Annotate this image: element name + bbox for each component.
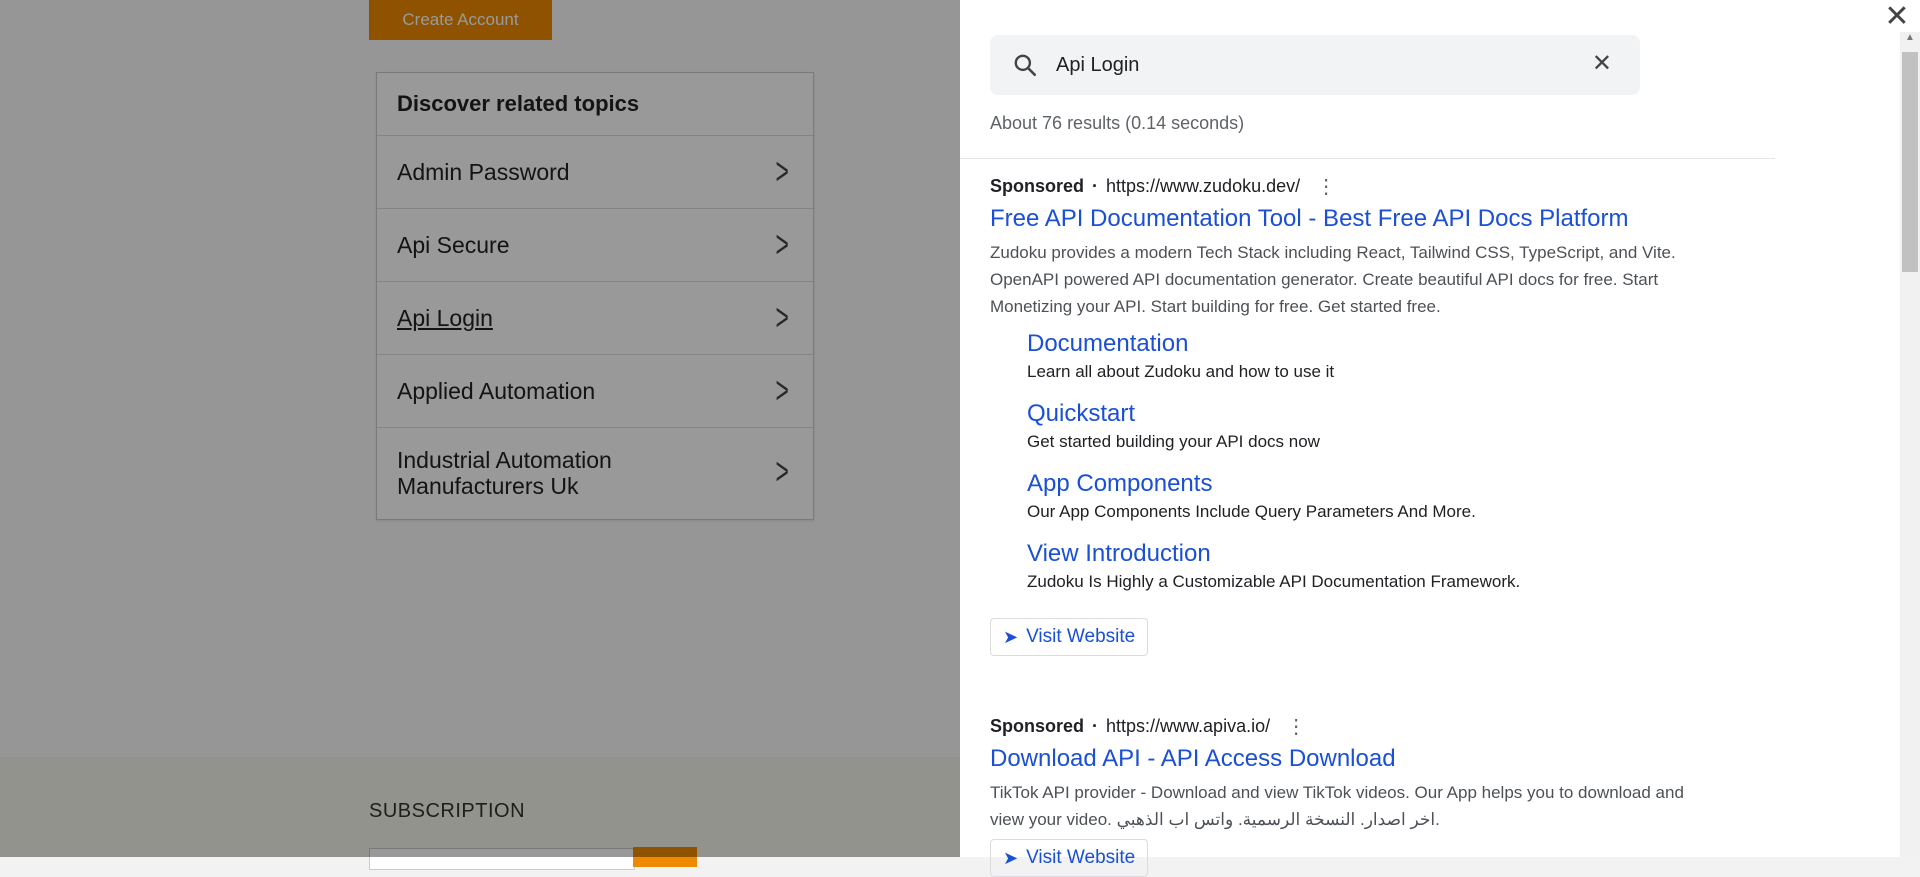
sitelink-description: Our App Components Include Query Paramet… [1027, 502, 1476, 521]
ad-title-link[interactable]: Download API - API Access Download [990, 745, 1710, 773]
sponsored-label: Sponsored [990, 716, 1085, 736]
sitelink-description: Get started building your API docs now [1027, 432, 1320, 451]
sponsored-label: Sponsored [990, 176, 1085, 196]
sitelink: Documentation Learn all about Zudoku and… [1027, 330, 1710, 382]
clear-search-icon[interactable]: ✕ [1592, 49, 1612, 78]
search-bar[interactable]: Api Login ✕ [990, 35, 1640, 95]
sitelink: View Introduction Zudoku Is Highly a Cus… [1027, 540, 1710, 592]
scrollbar-thumb[interactable] [1902, 52, 1918, 272]
sitelink-description: Zudoku Is Highly a Customizable API Docu… [1027, 572, 1521, 591]
sitelink-view-introduction[interactable]: View Introduction [1027, 540, 1710, 568]
dim-overlay[interactable] [0, 0, 960, 857]
visit-website-button[interactable]: ➤ Visit Website [990, 839, 1149, 877]
close-icon[interactable]: ✕ [1882, 2, 1912, 32]
ad-description: TikTok API provider - Download and view … [990, 783, 1684, 829]
more-options-icon[interactable]: ⋮ [1316, 177, 1336, 197]
sitelink: Quickstart Get started building your API… [1027, 400, 1710, 452]
more-options-icon[interactable]: ⋮ [1286, 717, 1306, 737]
visit-website-label: Visit Website [1026, 626, 1136, 647]
sponsored-result: Sponsored · https://www.apiva.io/ ⋮ Down… [990, 716, 1710, 877]
scroll-up-arrow-icon[interactable]: ▲ [1900, 32, 1920, 46]
search-icon [1012, 52, 1038, 83]
ad-title-link[interactable]: Free API Documentation Tool - Best Free … [990, 205, 1710, 233]
sitelink-description: Learn all about Zudoku and how to use it [1027, 362, 1335, 381]
send-arrow-icon: ➤ [1003, 626, 1019, 647]
visit-website-label: Visit Website [1026, 847, 1136, 868]
search-input[interactable]: Api Login [1056, 54, 1139, 77]
visit-website-button[interactable]: ➤ Visit Website [990, 618, 1149, 656]
sitelink-app-components[interactable]: App Components [1027, 470, 1710, 498]
results-stats: About 76 results (0.14 seconds) [990, 113, 1245, 133]
sponsored-result: Sponsored · https://www.zudoku.dev/ ⋮ Fr… [990, 176, 1710, 656]
ad-url[interactable]: https://www.apiva.io/ [1106, 716, 1270, 737]
send-arrow-icon: ➤ [1003, 847, 1019, 868]
divider [960, 158, 1775, 159]
sitelink: App Components Our App Components Includ… [1027, 470, 1710, 522]
sitelink-documentation[interactable]: Documentation [1027, 330, 1710, 358]
separator-dot: · [1092, 716, 1099, 736]
separator-dot: · [1092, 176, 1099, 196]
ad-url[interactable]: https://www.zudoku.dev/ [1106, 176, 1300, 197]
sitelink-quickstart[interactable]: Quickstart [1027, 400, 1710, 428]
ad-description: Zudoku provides a modern Tech Stack incl… [990, 243, 1676, 316]
